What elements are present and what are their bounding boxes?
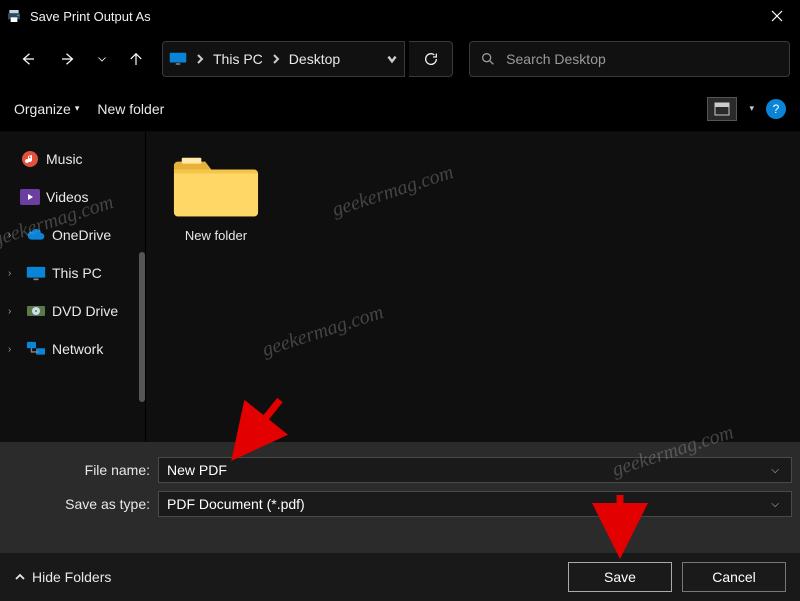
save-button[interactable]: Save	[568, 562, 672, 592]
chevron-down-icon[interactable]: ⌵	[767, 499, 783, 510]
view-caret-icon[interactable]: ▾	[749, 103, 754, 114]
footer: Hide Folders Save Cancel	[0, 553, 800, 601]
breadcrumb-dropdown[interactable]	[346, 53, 398, 65]
view-options-button[interactable]	[707, 97, 737, 121]
chevron-right-icon: ›	[8, 344, 20, 355]
chevron-right-icon: ›	[8, 230, 20, 241]
breadcrumb[interactable]: This PC Desktop	[162, 41, 405, 77]
monitor-icon	[169, 52, 187, 66]
save-form: File name: New PDF ⌵ Save as type: PDF D…	[0, 442, 800, 554]
forward-button[interactable]	[50, 41, 86, 77]
nav-bar: This PC Desktop Search Desktop	[0, 32, 800, 86]
sidebar: Music Videos › OneDrive › This PC › DVD …	[0, 132, 146, 442]
back-button[interactable]	[10, 41, 46, 77]
chevron-right-icon	[193, 54, 207, 64]
crumb-this-pc[interactable]: This PC	[207, 51, 269, 67]
file-list[interactable]: New folder	[146, 132, 800, 442]
toolbar: Organize▾ New folder ▾ ?	[0, 86, 800, 132]
sidebar-item-label: This PC	[52, 265, 102, 281]
sidebar-item-label: Network	[52, 341, 103, 357]
chevron-right-icon: ›	[8, 306, 20, 317]
sidebar-scrollbar[interactable]	[139, 252, 145, 402]
disc-icon	[26, 303, 46, 319]
saveastype-label: Save as type:	[8, 496, 158, 512]
refresh-button[interactable]	[409, 41, 453, 77]
sidebar-item-label: Videos	[46, 189, 89, 205]
chevron-down-icon[interactable]: ⌵	[767, 465, 783, 476]
folder-icon	[172, 148, 260, 220]
filename-input[interactable]: New PDF ⌵	[158, 457, 792, 483]
saveastype-select[interactable]: PDF Document (*.pdf) ⌵	[158, 491, 792, 517]
sidebar-item-network[interactable]: › Network	[0, 330, 145, 368]
monitor-icon	[26, 265, 46, 281]
main-area: Music Videos › OneDrive › This PC › DVD …	[0, 132, 800, 442]
close-button[interactable]	[754, 0, 800, 32]
chevron-right-icon: ›	[8, 268, 20, 279]
up-button[interactable]	[118, 41, 154, 77]
sidebar-item-this-pc[interactable]: › This PC	[0, 254, 145, 292]
recent-locations-button[interactable]	[90, 41, 114, 77]
cancel-button[interactable]: Cancel	[682, 562, 786, 592]
crumb-desktop[interactable]: Desktop	[283, 51, 346, 67]
hide-folders-button[interactable]: Hide Folders	[14, 569, 111, 585]
chevron-up-icon	[14, 571, 26, 583]
video-icon	[20, 189, 40, 205]
organize-menu[interactable]: Organize▾	[14, 101, 79, 117]
sidebar-item-label: OneDrive	[52, 227, 111, 243]
search-icon	[480, 51, 496, 67]
folder-label: New folder	[166, 228, 266, 243]
title-bar: Save Print Output As	[0, 0, 800, 32]
filename-label: File name:	[8, 462, 158, 478]
chevron-right-icon	[269, 54, 283, 64]
sidebar-item-dvd-drive[interactable]: › DVD Drive	[0, 292, 145, 330]
sidebar-item-onedrive[interactable]: › OneDrive	[0, 216, 145, 254]
filename-value: New PDF	[167, 462, 767, 478]
search-input[interactable]: Search Desktop	[469, 41, 790, 77]
sidebar-item-music[interactable]: Music	[0, 140, 145, 178]
network-icon	[26, 341, 46, 357]
saveastype-value: PDF Document (*.pdf)	[167, 496, 767, 512]
window-title: Save Print Output As	[30, 9, 151, 24]
cloud-icon	[26, 227, 46, 243]
music-icon	[20, 151, 40, 167]
folder-item[interactable]: New folder	[166, 148, 266, 243]
sidebar-item-videos[interactable]: Videos	[0, 178, 145, 216]
search-placeholder: Search Desktop	[506, 51, 606, 67]
help-button[interactable]: ?	[766, 99, 786, 119]
printer-icon	[6, 8, 22, 24]
sidebar-item-label: Music	[46, 151, 83, 167]
sidebar-item-label: DVD Drive	[52, 303, 118, 319]
new-folder-button[interactable]: New folder	[97, 101, 164, 117]
